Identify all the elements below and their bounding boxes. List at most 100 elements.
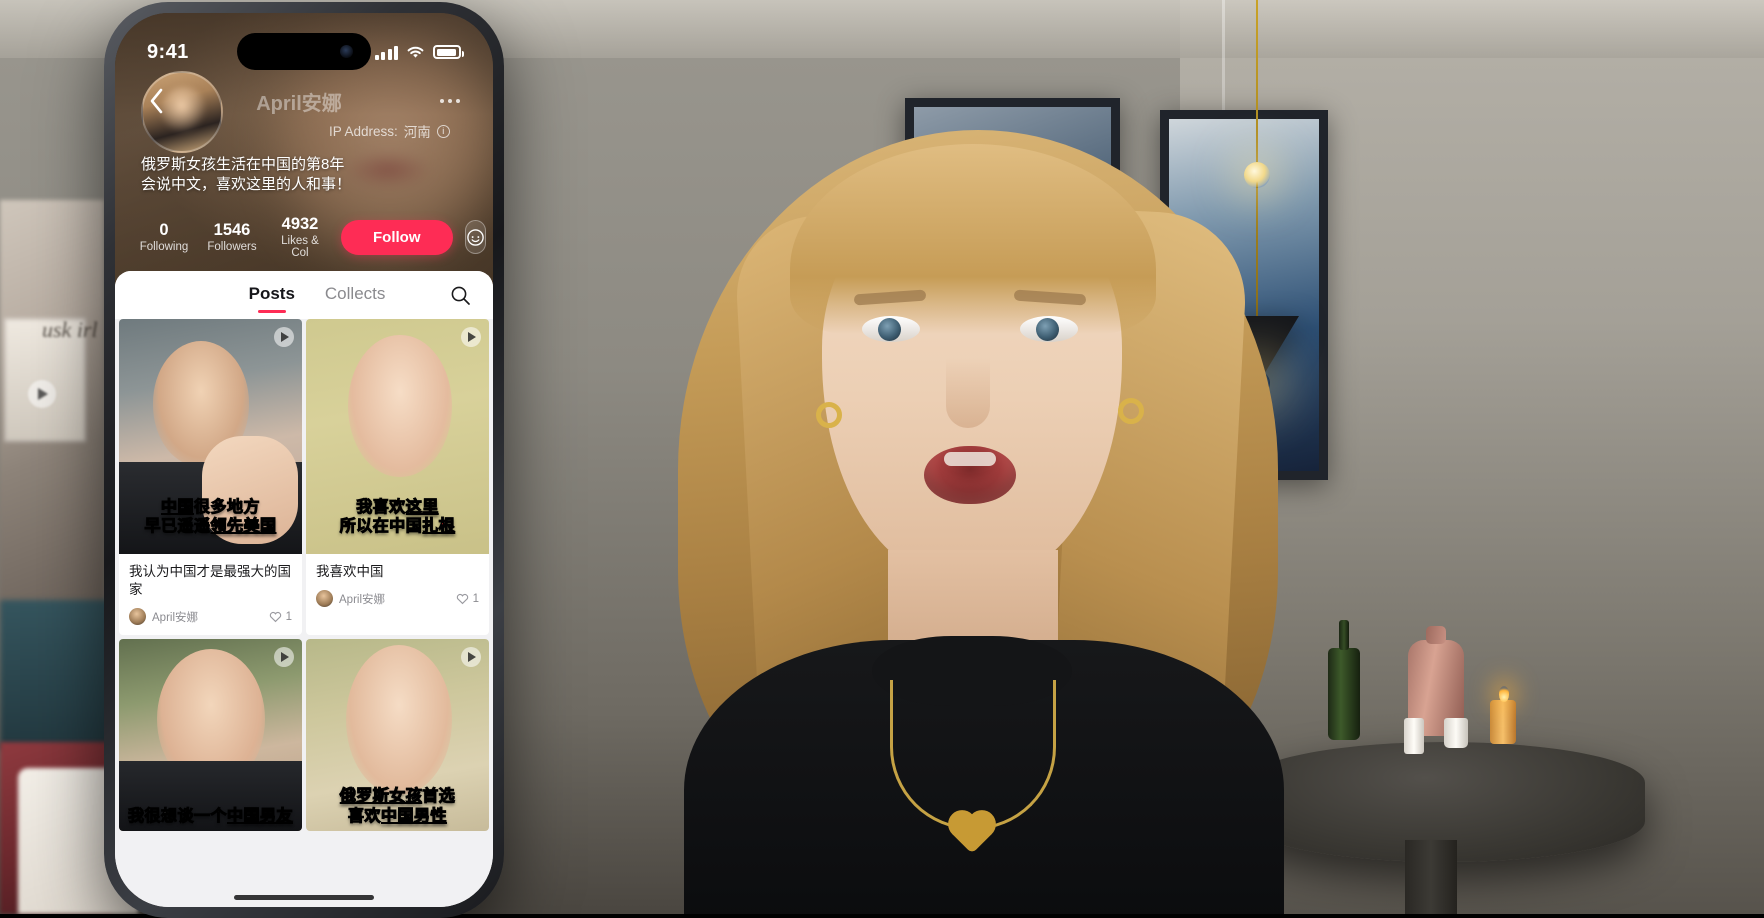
subtitle-segment: 我很想谈一个 <box>128 806 227 825</box>
profile-content-sheet: Posts Collects <box>115 271 493 907</box>
ellipsis-icon <box>440 99 445 104</box>
candle-flame <box>1499 686 1509 702</box>
thumbnail-subtitle: 我喜欢这里 所以在中国扎根 <box>306 497 489 536</box>
post-thumbnail: 俄罗斯女孩首选 喜欢中国男性 <box>306 639 489 831</box>
subtitle-segment: 很多地方 <box>194 497 260 516</box>
post-card[interactable]: 俄罗斯女孩首选 喜欢中国男性 <box>306 639 489 831</box>
stat-likes-label: Likes & Col <box>273 235 327 259</box>
mouth <box>924 446 1016 504</box>
post-meta: 我认为中国才是最强大的国家 April安娜 1 <box>119 554 302 635</box>
stat-followers[interactable]: 1546 Followers <box>205 221 259 254</box>
bio-line-1: 俄罗斯女孩生活在中国的第8年 <box>141 156 351 174</box>
signal-bars-icon <box>375 45 399 60</box>
post-card[interactable]: 我喜欢这里 所以在中国扎根 我喜欢中国 April安娜 <box>306 319 489 635</box>
stat-followers-count: 1546 <box>205 221 259 240</box>
ip-address-row: IP Address: 河南 i <box>329 121 450 141</box>
subtitle-segment: 中国男友 <box>227 806 293 825</box>
heart-icon <box>456 592 469 605</box>
post-title: 我喜欢中国 <box>316 563 479 581</box>
phone-screen: 9:41 April安娜 <box>115 13 493 907</box>
stat-following[interactable]: 0 Following <box>137 221 191 254</box>
profile-bio: 俄罗斯女孩生活在中国的第8年 会说中文，喜欢这里的人和事！ <box>141 156 351 195</box>
white-candle <box>1404 718 1424 754</box>
subtitle-segment: 中国 <box>161 497 194 516</box>
post-thumbnail: 我喜欢这里 所以在中国扎根 <box>306 319 489 554</box>
content-tabs: Posts Collects <box>115 271 493 319</box>
battery-icon <box>433 45 461 59</box>
ip-address-value: 河南 <box>404 121 431 141</box>
stat-following-count: 0 <box>137 221 191 240</box>
search-icon <box>450 285 471 306</box>
post-card[interactable]: 中国很多地方 早已遥遥领先美国 我认为中国才是最强大的国家 April安娜 <box>119 319 302 635</box>
wifi-icon <box>406 45 425 59</box>
subtitle-segment: 扎根 <box>422 516 455 535</box>
play-icon <box>274 327 294 347</box>
oil-bottle <box>1328 648 1360 740</box>
subtitle-segment: 俄罗斯女孩 <box>340 786 423 805</box>
post-author-avatar <box>129 608 146 625</box>
thumbnail-subtitle: 中国很多地方 早已遥遥领先美国 <box>119 497 302 536</box>
stat-likes-count: 4932 <box>273 215 327 234</box>
heart-icon <box>269 610 282 623</box>
subtitle-segment: 首选 <box>422 786 455 805</box>
amber-candle <box>1490 700 1516 744</box>
subtitle-segment: 这里 <box>406 497 439 516</box>
stat-followers-label: Followers <box>205 241 259 253</box>
table-leg <box>1405 840 1457 914</box>
stat-likes-collects[interactable]: 4932 Likes & Col <box>273 215 327 260</box>
subtitle-segment: 早已遥遥 <box>144 516 210 535</box>
front-camera <box>340 45 353 58</box>
collage-text: usk irl <box>42 318 98 341</box>
nose <box>946 358 990 428</box>
more-options-button[interactable] <box>433 86 467 116</box>
post-like-count: 1 <box>473 593 479 605</box>
posts-grid: 中国很多地方 早已遥遥领先美国 我认为中国才是最强大的国家 April安娜 <box>115 319 493 907</box>
white-cup <box>1444 718 1468 748</box>
thumbnail-subtitle: 俄罗斯女孩首选 喜欢中国男性 <box>306 786 489 825</box>
post-meta: 我喜欢中国 April安娜 1 <box>306 554 489 617</box>
left-blue-panel <box>0 600 118 750</box>
dynamic-island <box>237 33 371 70</box>
subtitle-segment: 所以在中国 <box>340 516 423 535</box>
message-button[interactable] <box>465 220 486 254</box>
post-author-avatar <box>316 590 333 607</box>
profile-stats-row: 0 Following 1546 Followers 4932 Likes & … <box>115 211 493 263</box>
post-like-button[interactable]: 1 <box>456 592 479 605</box>
post-like-button[interactable]: 1 <box>269 610 292 623</box>
search-button[interactable] <box>447 282 473 308</box>
thumbnail-subtitle: 我很想谈一个中国男友 <box>119 806 302 826</box>
tab-collects[interactable]: Collects <box>325 284 385 307</box>
person-on-camera <box>640 120 1320 914</box>
subtitle-segment: 领先美国 <box>211 516 277 535</box>
chat-bubble-icon <box>466 228 485 247</box>
bio-line-2: 会说中文，喜欢这里的人和事！ <box>141 176 351 194</box>
follow-button[interactable]: Follow <box>341 220 453 255</box>
earring-right <box>1118 398 1144 424</box>
info-icon[interactable]: i <box>437 125 450 138</box>
stat-following-label: Following <box>137 241 191 253</box>
profile-nav-title: April安娜 <box>165 87 433 116</box>
subtitle-segment: 中国男性 <box>381 806 447 825</box>
phone-mockup: 9:41 April安娜 <box>104 2 504 918</box>
ip-address-label: IP Address: <box>329 124 398 139</box>
subtitle-segment: 喜欢 <box>348 806 381 825</box>
status-bar-time: 9:41 <box>147 41 189 64</box>
eye-right <box>1020 316 1078 342</box>
post-thumbnail: 我很想谈一个中国男友 <box>119 639 302 831</box>
post-title: 我认为中国才是最强大的国家 <box>129 563 292 599</box>
profile-nav-bar: April安娜 <box>115 79 493 123</box>
home-indicator <box>234 895 374 900</box>
eye-left <box>862 316 920 342</box>
post-author-name: April安娜 <box>339 591 450 607</box>
earring-left <box>816 402 842 428</box>
post-thumbnail: 中国很多地方 早已遥遥领先美国 <box>119 319 302 554</box>
chevron-left-icon <box>148 88 165 114</box>
background-play-icon <box>28 380 56 408</box>
subtitle-segment: 我喜欢 <box>356 497 406 516</box>
left-photo-collage <box>0 200 104 620</box>
play-icon <box>461 327 481 347</box>
tab-posts[interactable]: Posts <box>249 284 295 307</box>
post-like-count: 1 <box>286 611 292 623</box>
post-card[interactable]: 我很想谈一个中国男友 <box>119 639 302 831</box>
post-author-name: April安娜 <box>152 609 263 625</box>
